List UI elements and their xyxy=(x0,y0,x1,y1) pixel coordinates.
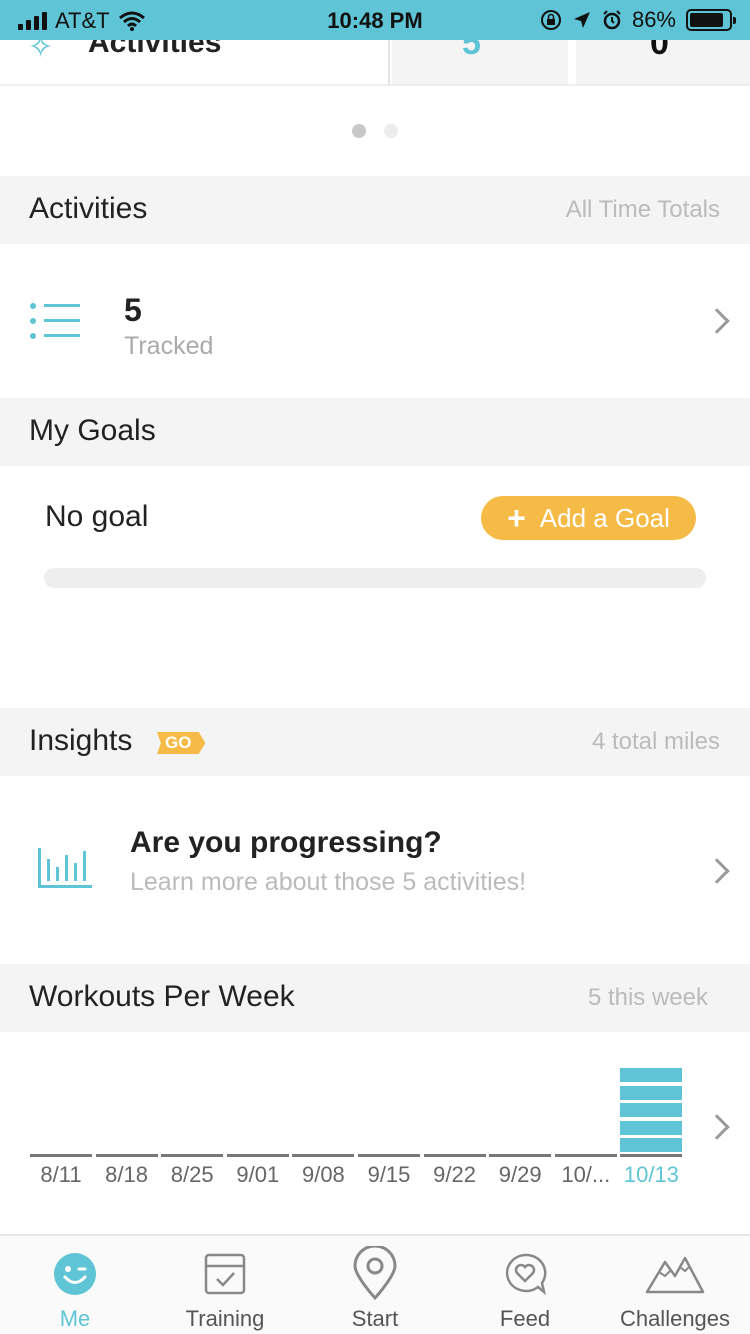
week-baseline xyxy=(489,1154,552,1157)
tab-bar: Me Training Start Feed Challenges xyxy=(0,1234,750,1334)
activities-count: 5 xyxy=(124,292,142,328)
chevron-right-icon xyxy=(704,308,730,334)
insight-sub: Learn more about those 5 activities! xyxy=(130,868,527,896)
location-pin-icon xyxy=(353,1246,397,1300)
workout-bar-segment xyxy=(620,1138,683,1152)
week-column[interactable]: 10/13 xyxy=(620,1032,683,1232)
week-baseline xyxy=(95,1154,158,1157)
goal-progress-bar xyxy=(44,568,706,588)
workout-bar-segment xyxy=(620,1120,683,1135)
smiley-icon xyxy=(54,1253,96,1295)
week-column[interactable]: 9/29 xyxy=(489,1032,552,1232)
week-baseline xyxy=(226,1154,289,1157)
tab-training[interactable]: Training xyxy=(150,1236,300,1334)
section-aside: All Time Totals xyxy=(565,196,720,223)
week-baseline xyxy=(358,1154,420,1157)
tab-feed[interactable]: Feed xyxy=(450,1236,600,1334)
page-indicator[interactable] xyxy=(0,124,750,138)
week-baseline xyxy=(423,1154,486,1157)
tab-start[interactable]: Start xyxy=(300,1236,450,1334)
checklist-icon xyxy=(204,1253,246,1295)
chevron-right-icon xyxy=(704,858,730,884)
section-aside: 5 this week xyxy=(587,984,708,1011)
goals-header: My Goals xyxy=(0,398,750,466)
goal-status: No goal xyxy=(45,500,149,533)
tab-label: Me xyxy=(59,1306,91,1331)
section-aside: 4 total miles xyxy=(591,728,720,755)
chat-heart-icon xyxy=(505,1253,547,1296)
week-column[interactable]: 8/25 xyxy=(161,1032,224,1232)
status-bar: AT&T 10:48 PM 86% xyxy=(0,0,750,40)
week-column[interactable]: 9/22 xyxy=(423,1032,486,1232)
page-dot[interactable] xyxy=(384,124,398,138)
week-tick-label: 10/13 xyxy=(623,1162,679,1187)
runner-icon: ✧ xyxy=(28,40,54,64)
workout-bar-segment xyxy=(620,1085,683,1100)
tab-label: Challenges xyxy=(619,1306,731,1331)
plus-icon: + xyxy=(507,500,526,536)
workout-bar-segment xyxy=(620,1068,683,1082)
section-title: Activities xyxy=(29,192,148,225)
status-right: 86% xyxy=(540,7,736,33)
battery-fill xyxy=(690,13,723,27)
workouts-chart[interactable]: 8/11 8/18 8/25 9/01 9/08 9/15 9/22 9/29 10/... 10… xyxy=(0,1032,750,1232)
insight-headline: Are you progressing? xyxy=(130,826,442,859)
go-badge: GO xyxy=(157,732,206,754)
battery-icon xyxy=(686,9,736,31)
section-title: My Goals xyxy=(29,414,156,447)
battery-percent: 86% xyxy=(631,7,676,32)
alarm-icon xyxy=(603,10,621,30)
tab-label: Feed xyxy=(499,1306,551,1331)
week-baseline xyxy=(554,1154,617,1157)
week-column[interactable]: 8/18 xyxy=(95,1032,158,1232)
week-column[interactable]: 9/15 xyxy=(358,1032,420,1232)
summary-card-label: Activities xyxy=(88,40,222,59)
week-column[interactable]: 9/08 xyxy=(292,1032,355,1232)
tab-challenges[interactable]: Challenges xyxy=(600,1236,750,1334)
activities-header: Activities All Time Totals xyxy=(0,176,750,244)
tab-label: Training xyxy=(185,1306,265,1331)
week-baseline xyxy=(620,1154,683,1157)
week-column[interactable]: 10/... xyxy=(554,1032,617,1232)
week-column[interactable]: 9/01 xyxy=(226,1032,289,1232)
add-goal-label: Add a Goal xyxy=(539,502,670,533)
week-baseline xyxy=(30,1154,92,1157)
summary-card-count-value: 5 xyxy=(462,40,481,62)
summary-cards: ✧ Activities 5 0 xyxy=(0,40,750,86)
summary-card-secondary-value: 0 xyxy=(650,40,669,62)
workouts-header: Workouts Per Week 5 this week xyxy=(0,964,750,1032)
page-dot[interactable] xyxy=(352,124,366,138)
summary-card-count[interactable]: 5 xyxy=(392,40,572,84)
summary-card-activities[interactable]: ✧ Activities xyxy=(0,40,390,84)
add-goal-button[interactable]: + Add a Goal xyxy=(481,496,696,540)
activities-tracked-row[interactable]: 5 Tracked xyxy=(0,244,750,398)
tab-me[interactable]: Me xyxy=(0,1236,150,1334)
mountains-icon xyxy=(645,1256,705,1294)
summary-card-secondary[interactable]: 0 xyxy=(576,40,750,84)
section-title: Workouts Per Week xyxy=(29,980,295,1013)
week-baseline xyxy=(292,1154,355,1157)
chevron-right-icon xyxy=(704,1114,730,1140)
tab-label: Start xyxy=(351,1306,399,1331)
activities-sub: Tracked xyxy=(124,332,214,360)
week-baseline xyxy=(161,1154,224,1157)
section-title: Insights xyxy=(29,724,133,757)
rotation-lock-icon xyxy=(540,10,561,30)
workout-bar-segment xyxy=(620,1103,683,1117)
location-arrow-icon xyxy=(573,12,590,28)
insight-progress-row[interactable]: Are you progressing? Learn more about th… xyxy=(0,776,750,964)
insights-header: Insights GO 4 total miles xyxy=(0,708,750,776)
bar-chart-icon xyxy=(38,844,92,888)
list-icon xyxy=(30,300,82,342)
week-column[interactable]: 8/11 xyxy=(30,1032,92,1232)
